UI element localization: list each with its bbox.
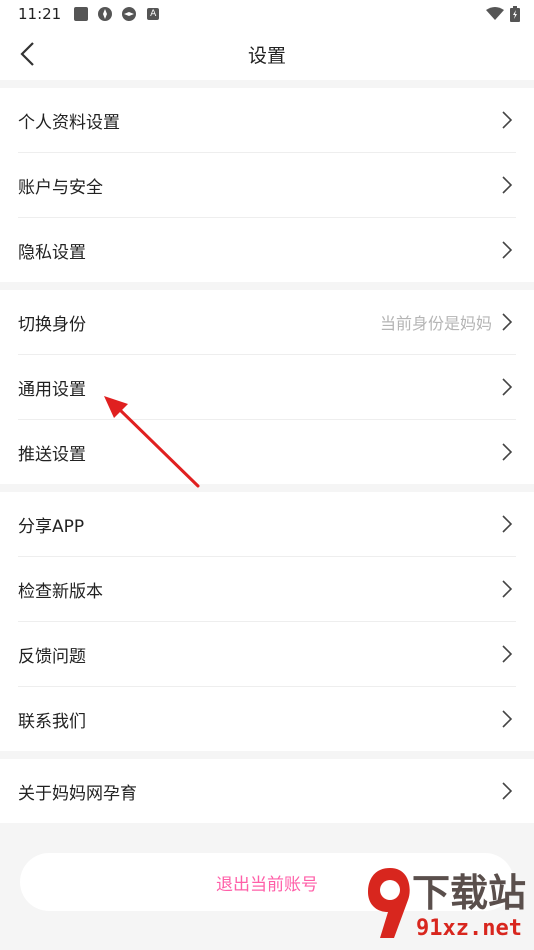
chevron-right-icon (502, 580, 513, 598)
watermark-logo-icon (368, 868, 410, 938)
row-label: 推送设置 (18, 444, 86, 465)
settings-group-app: 分享APP 检查新版本 反馈问题 联系我们 (0, 492, 534, 751)
row-label: 检查新版本 (18, 581, 103, 602)
settings-row-feedback[interactable]: 反馈问题 (0, 622, 534, 686)
row-label: 通用设置 (18, 379, 86, 400)
row-label: 关于妈妈网孕育 (18, 783, 137, 804)
chevron-right-icon (502, 782, 513, 800)
chevron-right-icon (502, 313, 513, 331)
settings-row-about[interactable]: 关于妈妈网孕育 (0, 759, 534, 823)
settings-row-check-update[interactable]: 检查新版本 (0, 557, 534, 621)
settings-row-privacy[interactable]: 隐私设置 (0, 218, 534, 282)
font-a-icon: A (145, 6, 161, 22)
status-bar: 11:21 A (0, 0, 534, 28)
watermark-url: 91xz.net (416, 916, 522, 941)
row-label: 联系我们 (18, 711, 86, 732)
chevron-right-icon (502, 515, 513, 533)
settings-row-switch-identity[interactable]: 切换身份 当前身份是妈妈 (0, 290, 534, 354)
settings-row-contact[interactable]: 联系我们 (0, 687, 534, 751)
settings-row-push[interactable]: 推送设置 (0, 420, 534, 484)
row-label: 分享APP (18, 516, 85, 537)
battery-charging-icon (510, 6, 520, 26)
settings-row-profile[interactable]: 个人资料设置 (0, 88, 534, 152)
chevron-right-icon (502, 241, 513, 259)
chevron-right-icon (502, 378, 513, 396)
settings-row-share-app[interactable]: 分享APP (0, 492, 534, 556)
square-icon (73, 6, 89, 22)
chevron-left-icon[interactable] (12, 38, 44, 70)
settings-group-general: 切换身份 当前身份是妈妈 通用设置 推送设置 (0, 290, 534, 484)
settings-group-account: 个人资料设置 账户与安全 隐私设置 (0, 88, 534, 282)
current-identity-hint: 当前身份是妈妈 (379, 314, 492, 333)
chevron-right-icon (502, 710, 513, 728)
wifi-icon (486, 7, 504, 25)
chevron-right-icon (502, 176, 513, 194)
page-title: 设置 (247, 44, 286, 67)
pinwheel-icon (97, 6, 113, 22)
settings-group-about: 关于妈妈网孕育 (0, 759, 534, 823)
status-time: 11:21 (18, 5, 62, 23)
row-label: 隐私设置 (18, 242, 86, 263)
pinwheel-icon (121, 6, 137, 22)
chevron-right-icon (502, 443, 513, 461)
site-watermark: 下载站 91xz.net (360, 860, 534, 950)
chevron-right-icon (502, 645, 513, 663)
navigation-bar: 设置 (0, 28, 534, 80)
row-label: 个人资料设置 (18, 112, 120, 133)
settings-row-general[interactable]: 通用设置 (0, 355, 534, 419)
row-label: 切换身份 (18, 314, 86, 335)
settings-row-account-security[interactable]: 账户与安全 (0, 153, 534, 217)
chevron-right-icon (502, 111, 513, 129)
row-label: 反馈问题 (18, 646, 86, 667)
watermark-title: 下载站 (412, 871, 527, 915)
row-label: 账户与安全 (18, 177, 103, 198)
